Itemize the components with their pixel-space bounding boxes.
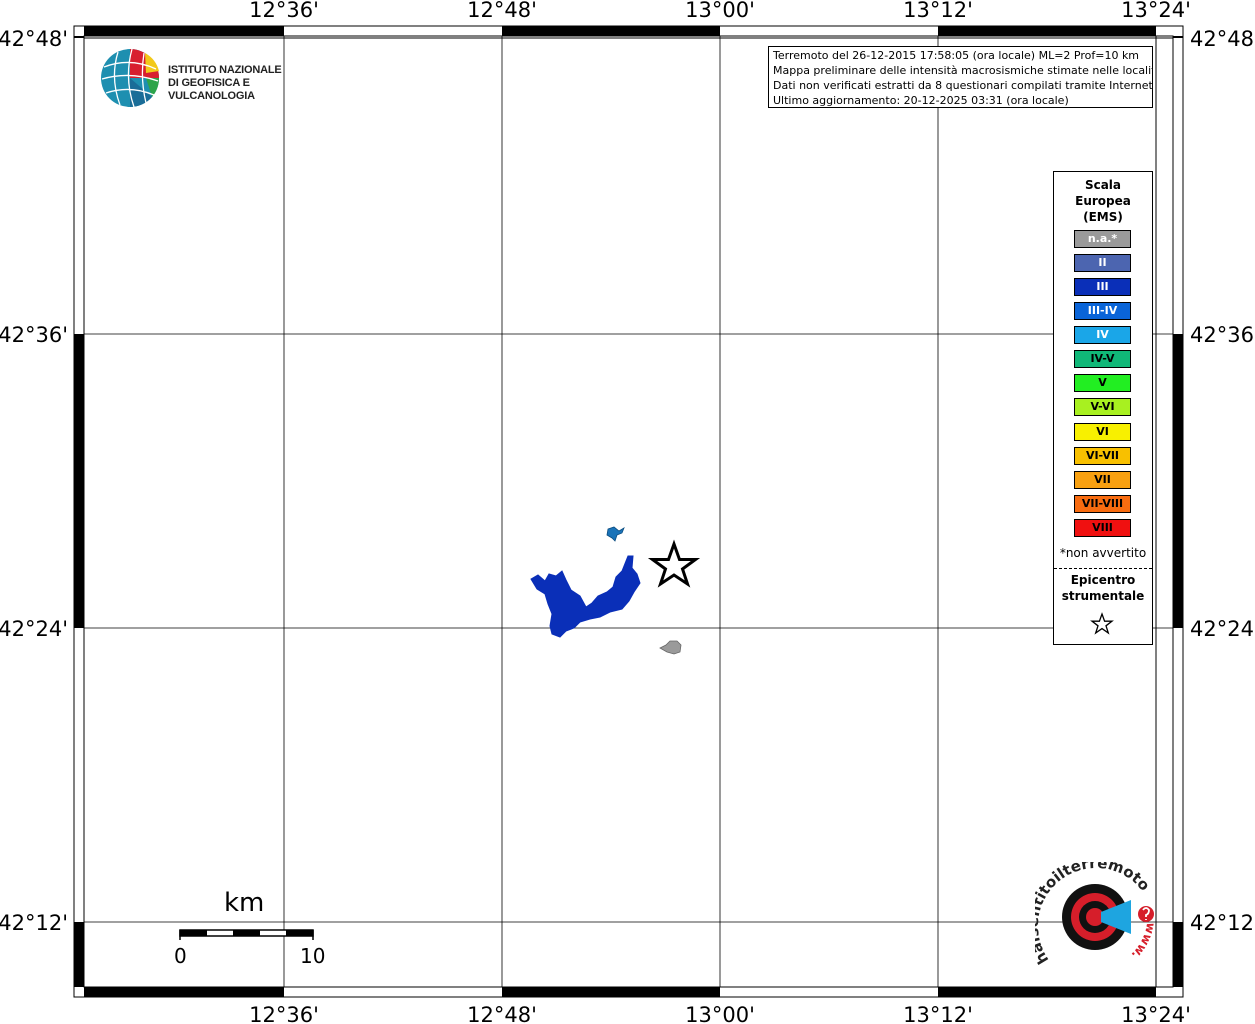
- event-info-line4: Ultimo aggiornamento: 20-12-2025 03:31 (…: [773, 94, 1069, 107]
- scale-bar-start: 0: [174, 944, 187, 968]
- haisentito-logo: haisentitoilterremoto.it www.: [1024, 848, 1160, 972]
- legend-epicenter-label: Epicentro strumentale: [1054, 572, 1152, 604]
- watermark-www: www.: [1129, 921, 1158, 962]
- scale-bar: [179, 929, 314, 940]
- scale-bar-unit: km: [224, 888, 265, 918]
- haisentito-target-icon: haisentitoilterremoto.it www.: [1024, 848, 1158, 967]
- intensity-area-iii-iv: [606, 526, 625, 542]
- ems-legend: Scala Europea (EMS) n.a.* II III III-IV …: [1053, 171, 1153, 645]
- lat-label-left-0: 42°48': [0, 27, 68, 51]
- epicenter-star-icon: [647, 539, 701, 588]
- lat-label-left-3: 42°12': [0, 911, 68, 935]
- intensity-area-na: [659, 640, 682, 655]
- lon-label-bottom-4: 13°24': [1121, 1003, 1191, 1024]
- intensity-area-iii: [530, 555, 641, 638]
- legend-title-line1: Scala: [1084, 178, 1122, 192]
- lon-label-top-0: 12°36': [249, 0, 319, 22]
- lon-label-bottom-2: 13°00': [685, 1003, 755, 1024]
- legend-epicenter-line2: strumentale: [1061, 589, 1145, 603]
- event-info-line3: Dati non verificati estratti da 8 questi…: [773, 79, 1153, 92]
- scale-bar-end: 10: [300, 944, 326, 968]
- lon-label-bottom-3: 13°12': [903, 1003, 973, 1024]
- lat-label-left-2: 42°24': [0, 617, 68, 641]
- legend-swatch: V-VI: [1074, 398, 1131, 416]
- legend-title: Scala Europea (EMS): [1054, 177, 1152, 225]
- legend-swatch: VIII: [1074, 519, 1131, 537]
- lon-label-bottom-1: 12°48': [467, 1003, 537, 1024]
- event-info-box: Terremoto del 26-12-2015 17:58:05 (ora l…: [768, 46, 1153, 108]
- legend-swatch: IV: [1074, 326, 1131, 344]
- legend-swatch: V: [1074, 374, 1131, 392]
- map-inner-frame: [83, 35, 1174, 988]
- legend-swatch: IV-V: [1074, 350, 1131, 368]
- legend-swatch: III-IV: [1074, 302, 1131, 320]
- graticule: [84, 36, 1173, 987]
- event-info-line2: Mappa preliminare delle intensità macros…: [773, 64, 1153, 77]
- lat-label-right-1: 42°36': [1190, 323, 1255, 347]
- lat-label-left-1: 42°36': [0, 323, 68, 347]
- legend-swatch: III: [1074, 278, 1131, 296]
- legend-note: *non avvertito: [1059, 546, 1147, 560]
- map-outer-frame: [73, 25, 1184, 998]
- ingv-name-line2: DI GEOFISICA E VULCANOLOGIA: [168, 77, 255, 102]
- legend-epicenter-line1: Epicentro: [1070, 573, 1136, 587]
- lon-label-top-1: 12°48': [467, 0, 537, 22]
- event-info-line1: Terremoto del 26-12-2015 17:58:05 (ora l…: [773, 49, 1140, 62]
- legend-swatch: VII: [1074, 471, 1131, 489]
- legend-star-icon: [1090, 612, 1114, 635]
- legend-swatch: VI: [1074, 423, 1131, 441]
- svg-text:www.: www.: [1129, 921, 1158, 962]
- lat-label-right-2: 42°24': [1190, 617, 1255, 641]
- legend-swatch: VII-VIII: [1074, 495, 1131, 513]
- lat-label-right-0: 42°48': [1190, 27, 1255, 51]
- frame-bars: [74, 26, 1183, 997]
- legend-swatch: VI-VII: [1074, 447, 1131, 465]
- lon-label-bottom-0: 12°36': [249, 1003, 319, 1024]
- legend-title-line2: Europea: [1075, 194, 1131, 208]
- legend-swatch: n.a.*: [1074, 230, 1131, 248]
- ingv-logo: ISTITUTO NAZIONALE DI GEOFISICA E VULCAN…: [100, 47, 330, 109]
- lat-label-right-3: 42°12': [1190, 911, 1255, 935]
- legend-divider: [1054, 568, 1152, 569]
- lon-label-top-4: 13°24': [1121, 0, 1191, 22]
- legend-swatch: II: [1074, 254, 1131, 272]
- ingv-globe-icon: [101, 48, 160, 108]
- lon-label-top-3: 13°12': [903, 0, 973, 22]
- legend-title-line3: (EMS): [1083, 210, 1123, 224]
- ingv-name-line1: ISTITUTO NAZIONALE: [168, 64, 282, 76]
- lon-label-top-2: 13°00': [685, 0, 755, 22]
